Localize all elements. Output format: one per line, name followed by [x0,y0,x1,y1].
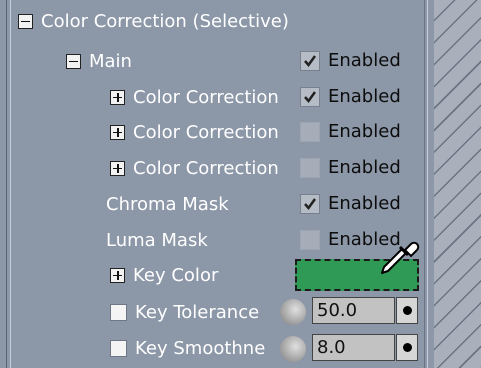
checkmark-icon [304,55,317,68]
left-border-highlight [10,0,11,368]
color-correction-2-enabled-label: Enabled [328,121,401,142]
properties-panel: Color Correction (Selective) Main Enable… [0,0,434,368]
key-smoothness-dial[interactable] [280,336,306,362]
chroma-mask-enabled-checkbox[interactable] [300,194,320,214]
color-correction-3-label: Color Correction [133,157,279,179]
key-tolerance-animate-checkbox[interactable] [110,303,127,321]
tree-row-key-smoothness[interactable]: Key Smoothne [110,331,265,365]
right-border-line [424,0,425,368]
color-correction-1-enabled-label: Enabled [328,86,401,107]
main-enabled-checkbox[interactable] [300,51,320,71]
root-label: Color Correction (Selective) [41,10,289,32]
color-correction-2-enabled-checkbox[interactable] [300,122,320,142]
left-border-line [6,0,7,368]
key-smoothness-value-field[interactable]: 8.0 [312,334,395,361]
tree-row-main[interactable]: Main [66,44,132,78]
tree-row-chroma-mask[interactable]: Chroma Mask [106,187,229,221]
key-smoothness-label: Key Smoothne [135,337,266,359]
expand-icon[interactable] [110,124,125,140]
tree-row-color-correction-3[interactable]: Color Correction [110,151,279,185]
eyedropper-icon [381,241,420,274]
chroma-mask-label: Chroma Mask [106,193,229,215]
expand-icon[interactable] [110,89,125,105]
key-smoothness-keyframe-button[interactable] [396,334,418,361]
tree-row-key-tolerance[interactable]: Key Tolerance [110,295,259,329]
keyframe-dot-icon [402,306,412,315]
color-correction-3-enabled-checkbox[interactable] [300,158,320,178]
key-tolerance-value-field[interactable]: 50.0 [312,297,395,324]
checkmark-icon [304,91,317,104]
luma-mask-enabled-checkbox[interactable] [300,230,320,250]
tree-row-luma-mask[interactable]: Luma Mask [106,223,208,257]
expand-icon[interactable] [110,160,125,176]
main-label: Main [89,50,132,72]
tree-row-key-color[interactable]: Key Color [110,258,218,292]
color-correction-1-enabled-checkbox[interactable] [300,87,320,107]
key-tolerance-keyframe-button[interactable] [396,297,418,324]
timeline-hatched-area [434,0,481,368]
tree-row-color-correction-2[interactable]: Color Correction [110,115,279,149]
collapse-icon[interactable] [66,53,81,69]
color-correction-3-enabled-label: Enabled [328,157,401,178]
key-color-label: Key Color [133,264,219,286]
key-tolerance-dial[interactable] [280,299,306,325]
key-smoothness-animate-checkbox[interactable] [110,339,127,357]
keyframe-dot-icon [402,343,412,352]
chroma-mask-enabled-label: Enabled [328,193,401,214]
expand-icon[interactable] [110,267,125,283]
main-enabled-label: Enabled [328,50,401,71]
luma-mask-label: Luma Mask [106,229,208,251]
collapse-icon[interactable] [18,13,33,29]
color-correction-1-label: Color Correction [133,86,279,108]
checkmark-icon [304,198,317,211]
color-correction-2-label: Color Correction [133,121,279,143]
right-border-highlight [427,0,428,368]
tree-row-color-correction-1[interactable]: Color Correction [110,80,279,114]
tree-row-root[interactable]: Color Correction (Selective) [18,4,289,38]
key-tolerance-label: Key Tolerance [135,301,260,323]
